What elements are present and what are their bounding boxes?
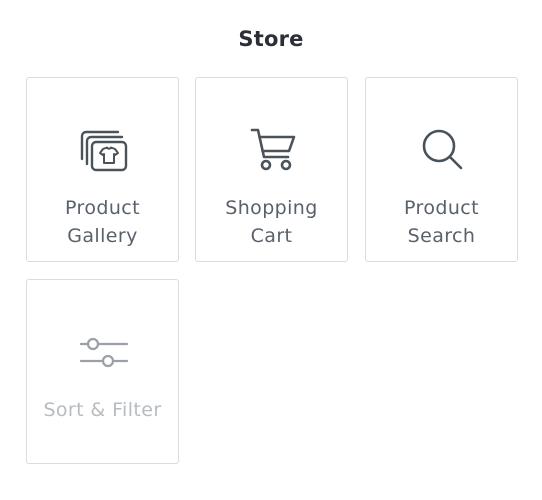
search-icon	[366, 126, 519, 174]
sliders-icon	[27, 328, 180, 376]
gallery-shirt-icon	[27, 126, 180, 174]
shopping-cart-label: Shopping Cart	[225, 197, 318, 247]
sort-filter-tile[interactable]: Sort & Filter	[26, 279, 179, 464]
product-search-label: Product Search	[404, 197, 479, 247]
shopping-cart-tile[interactable]: Shopping Cart	[195, 77, 348, 262]
page-title: Store	[238, 27, 304, 51]
shopping-cart-icon	[196, 126, 349, 174]
sort-filter-label: Sort & Filter	[43, 399, 162, 421]
product-search-tile[interactable]: Product Search	[365, 77, 518, 262]
product-gallery-tile[interactable]: Product Gallery	[26, 77, 179, 262]
product-gallery-label: Product Gallery	[65, 197, 140, 247]
